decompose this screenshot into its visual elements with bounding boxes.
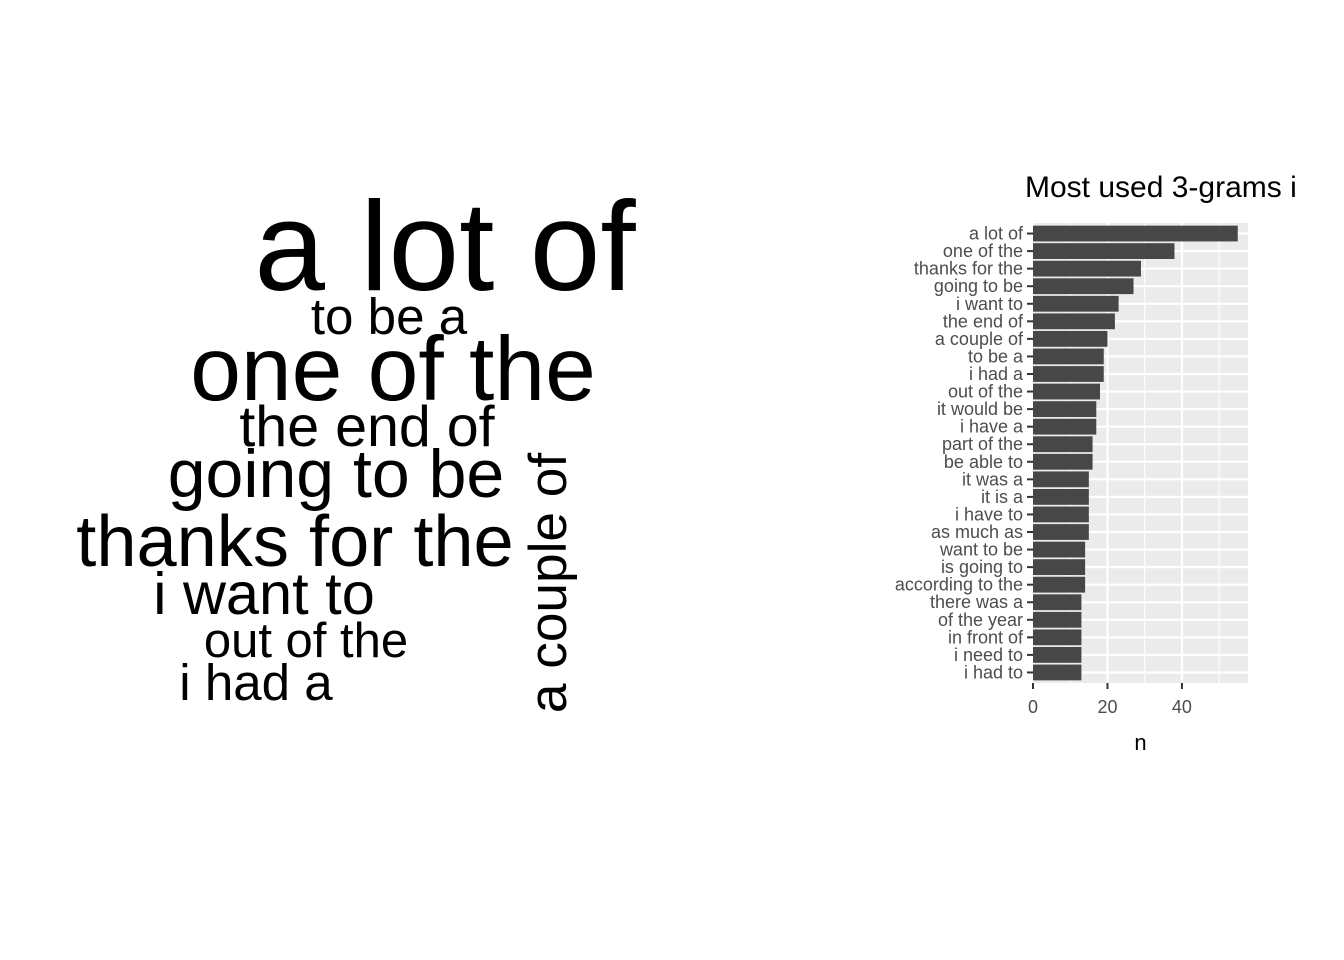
bar-is-going-to xyxy=(1033,559,1086,576)
bar-one-of-the xyxy=(1033,243,1175,259)
bar-there-was-a xyxy=(1033,594,1082,611)
bar-want-to-be xyxy=(1033,541,1086,558)
chart-title: Most used 3-grams i xyxy=(1025,171,1297,204)
bar-as-much-as xyxy=(1033,524,1089,540)
bar-the-end-of xyxy=(1033,313,1115,330)
bar-i-had-to xyxy=(1033,664,1082,681)
figure: a lot ofone of thethanks for thegoing to… xyxy=(76,171,1297,755)
bar-a-lot-of xyxy=(1033,225,1238,242)
cloud-word-the-end-of: the end of xyxy=(239,395,495,459)
bar-it-is-a xyxy=(1033,488,1089,505)
bar-thanks-for-the xyxy=(1033,260,1141,277)
bar-according-to-the xyxy=(1033,576,1086,593)
bar-be-able-to xyxy=(1033,453,1093,470)
word-cloud: a lot ofone of thethanks for thegoing to… xyxy=(76,175,636,713)
bar-i-need-to xyxy=(1033,647,1082,663)
x-ticks: 0 20 40 xyxy=(1028,683,1192,717)
bar-i-want-to xyxy=(1033,295,1119,312)
bar-chart: a lot ofone of thethanks for thegoing to… xyxy=(895,171,1297,755)
y-tick-labels: a lot ofone of thethanks for thegoing to… xyxy=(895,224,1033,682)
bar-of-the-year xyxy=(1033,611,1082,628)
bar-i-had-a xyxy=(1033,366,1104,382)
y-tick-label: i had to xyxy=(964,662,1023,682)
bar-a-couple-of xyxy=(1033,330,1108,347)
cloud-word-to-be-a: to be a xyxy=(311,288,468,345)
x-tick-label: 20 xyxy=(1097,697,1117,717)
x-tick-label: 0 xyxy=(1028,697,1038,717)
bar-part-of-the xyxy=(1033,436,1093,453)
bar-it-was-a xyxy=(1033,471,1089,488)
bar-going-to-be xyxy=(1033,278,1134,295)
x-tick-label: 40 xyxy=(1172,697,1192,717)
bar-i-have-to xyxy=(1033,506,1089,523)
bar-i-have-a xyxy=(1033,418,1097,435)
bar-it-would-be xyxy=(1033,401,1097,418)
cloud-word-a-couple-of: a couple of xyxy=(519,453,578,713)
bar-to-be-a xyxy=(1033,348,1104,365)
bar-out-of-the xyxy=(1033,383,1101,400)
cloud-word-out-of-the: out of the xyxy=(204,614,408,668)
bar-in-front-of xyxy=(1033,629,1082,646)
x-axis-title: n xyxy=(1134,730,1146,755)
